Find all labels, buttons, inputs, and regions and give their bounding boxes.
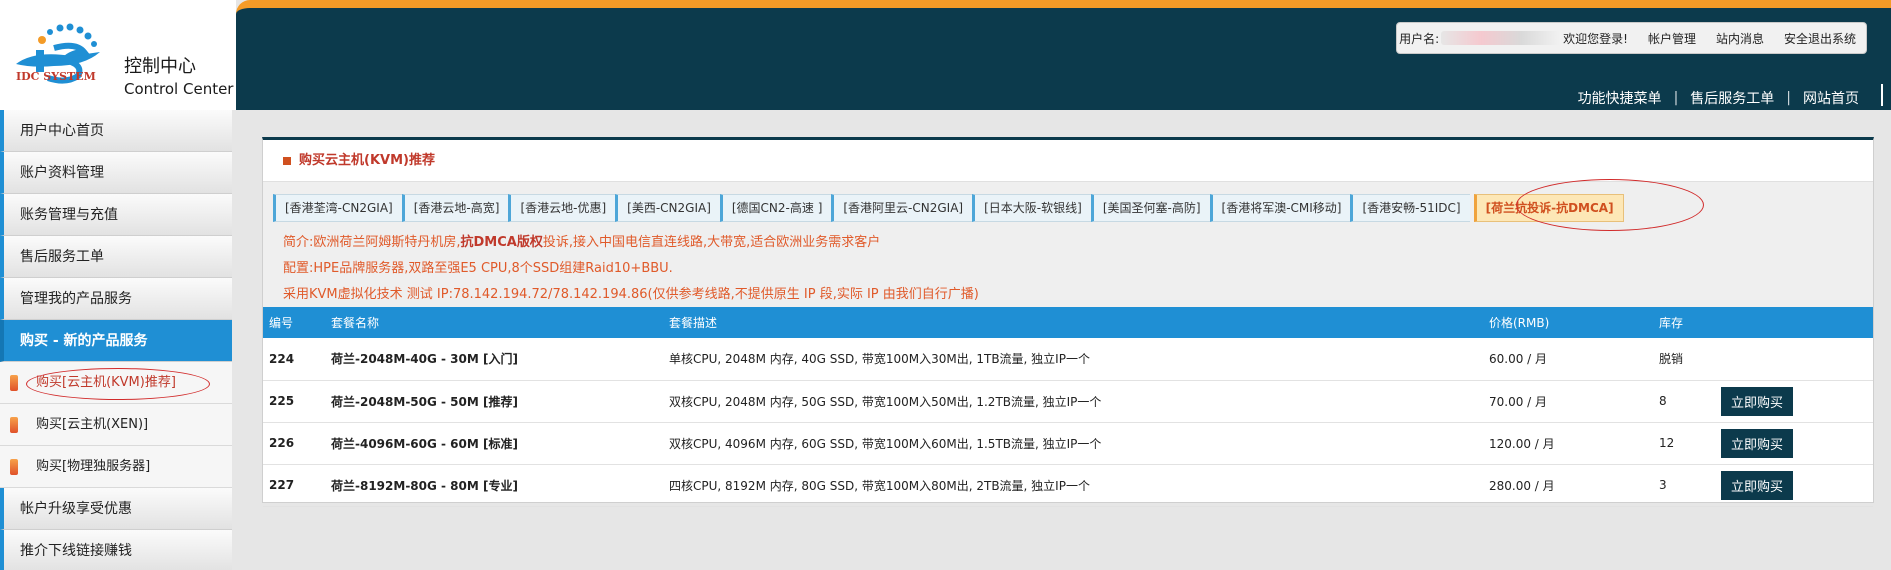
table-row: 227 荷兰-8192M-80G - 80M [专业] 四核CPU, 8192M… <box>263 464 1873 506</box>
sidebar-item-tickets[interactable]: 售后服务工单 <box>0 236 232 278</box>
username-prefix: 用户名: <box>1399 31 1440 46</box>
table-row: 225 荷兰-2048M-50G - 50M [推荐] 双核CPU, 2048M… <box>263 380 1873 422</box>
logout-link[interactable]: 安全退出系统 <box>1784 30 1856 47</box>
panel-title: 购买云主机(KVM)推荐 <box>263 140 1873 182</box>
nav-home[interactable]: 网站首页 <box>1803 88 1859 108</box>
table-row: 226 荷兰-4096M-60G - 60M [标准] 双核CPU, 4096M… <box>263 422 1873 464</box>
logo: 控制中心 Control Center IDC SYSTEM <box>0 0 236 110</box>
brand-title-en: Control Center <box>124 80 234 98</box>
brand-logo-text: IDC SYSTEM <box>16 70 96 83</box>
idc-logo-icon <box>16 23 100 84</box>
sidebar-item-my-products[interactable]: 管理我的产品服务 <box>0 278 232 320</box>
user-bar: 用户名: 欢迎您登录! 帐户管理 站内消息 安全退出系统 <box>1396 22 1867 54</box>
bullet-icon <box>10 459 18 475</box>
desc-line-3: 采用KVM虚拟化技术 测试 IP:78.142.194.72/78.142.19… <box>283 287 979 302</box>
username-redacted <box>1441 31 1562 45</box>
tab-germany[interactable]: [德国CN2-高速 ] <box>719 194 832 222</box>
buy-now-button[interactable]: 立即购买 <box>1721 470 1794 500</box>
sidebar-item-billing[interactable]: 账务管理与充值 <box>0 194 232 236</box>
top-nav: 功能快捷菜单 | 售后服务工单 | 网站首页 <box>1578 84 1883 108</box>
brand-title-cn: 控制中心 <box>124 56 196 77</box>
sidebar-item-profile[interactable]: 账户资料管理 <box>0 152 232 194</box>
tab-us-sanjose[interactable]: [美国圣何塞-高防] <box>1090 194 1210 222</box>
sidebar-item-referral[interactable]: 推介下线链接赚钱 <box>0 530 232 570</box>
nav-shortcut-menu[interactable]: 功能快捷菜单 <box>1578 88 1662 108</box>
bullet-icon <box>10 417 18 433</box>
sidebar-item-buy[interactable]: 购买 - 新的产品服务 <box>0 320 232 362</box>
col-name: 套餐名称 <box>331 316 380 330</box>
sidebar-item-upgrade[interactable]: 帐户升级享受优惠 <box>0 488 232 530</box>
site-messages-link[interactable]: 站内消息 <box>1716 30 1764 47</box>
tab-hk-aliyun[interactable]: [香港阿里云-CN2GIA] <box>831 194 973 222</box>
table-row: 224 荷兰-2048M-40G - 30M [入门] 单核CPU, 2048M… <box>263 338 1873 380</box>
sidebar-sub-dedicated[interactable]: 购买[物理独服务器] <box>0 446 232 488</box>
col-desc: 套餐描述 <box>669 316 718 330</box>
buy-now-button[interactable]: 立即购买 <box>1721 428 1794 458</box>
region-tabs: [香港荃湾-CN2GIA] [香港云地-高宽] [香港云地-优惠] [美西-CN… <box>273 194 1624 222</box>
account-manage-link[interactable]: 帐户管理 <box>1648 30 1696 47</box>
tab-hk-tsuenwan[interactable]: [香港荃湾-CN2GIA] <box>273 194 402 222</box>
sidebar-sub-label: 购买[云主机(XEN)] <box>36 417 149 432</box>
plans-table: 编号 套餐名称 套餐描述 价格(RMB) 库存 224 荷兰-2048M-40G… <box>263 307 1873 507</box>
tab-hk-yundi-discount[interactable]: [香港云地-优惠] <box>508 194 616 222</box>
tab-hk-tko[interactable]: [香港将军澳-CMI移动] <box>1209 194 1351 222</box>
tab-hk-anchang[interactable]: [香港安畅-51IDC] <box>1350 194 1470 222</box>
desc-line-2: 配置:HPE品牌服务器,双路至强E5 CPU,8个SSD组建Raid10+BBU… <box>283 261 673 276</box>
desc-line-1: 简介:欧洲荷兰阿姆斯特丹机房,抗DMCA版权投诉,接入中国电信直连线路,大带宽,… <box>283 235 881 250</box>
header-divider <box>1881 84 1883 106</box>
sidebar-sub-xen[interactable]: 购买[云主机(XEN)] <box>0 404 232 446</box>
welcome-text: 欢迎您登录! <box>1563 31 1628 46</box>
buy-now-button[interactable]: 立即购买 <box>1721 386 1794 416</box>
col-stock: 库存 <box>1659 316 1684 330</box>
top-header: 用户名: 欢迎您登录! 帐户管理 站内消息 安全退出系统 功能快捷菜单 | 售后… <box>236 0 1891 110</box>
highlight-circle <box>1516 179 1704 231</box>
sidebar-sub-kvm[interactable]: 购买[云主机(KVM)推荐] <box>0 362 232 404</box>
tab-hk-yundi-bandwidth[interactable]: [香港云地-高宽] <box>401 194 509 222</box>
tab-japan-osaka[interactable]: [日本大阪-软银线] <box>972 194 1091 222</box>
bullet-icon <box>10 375 18 391</box>
product-description: 简介:欧洲荷兰阿姆斯特丹机房,抗DMCA版权投诉,接入中国电信直连线路,大带宽,… <box>283 230 979 308</box>
sidebar-sub-label: 购买[物理独服务器] <box>36 459 151 474</box>
table-header: 编号 套餐名称 套餐描述 价格(RMB) 库存 <box>263 307 1873 338</box>
col-action <box>1715 307 1873 338</box>
sidebar: 用户中心首页 账户资料管理 账务管理与充值 售后服务工单 管理我的产品服务 购买… <box>0 110 232 570</box>
sidebar-item-home[interactable]: 用户中心首页 <box>0 110 232 152</box>
col-price: 价格(RMB) <box>1489 316 1550 330</box>
col-id: 编号 <box>269 316 294 330</box>
product-panel: 购买云主机(KVM)推荐 [香港荃湾-CN2GIA] [香港云地-高宽] [香港… <box>262 137 1874 506</box>
region-area: [香港荃湾-CN2GIA] [香港云地-高宽] [香港云地-优惠] [美西-CN… <box>263 179 1873 308</box>
highlight-circle <box>26 368 210 400</box>
title-square-icon <box>283 157 291 165</box>
nav-service-ticket[interactable]: 售后服务工单 <box>1690 88 1774 108</box>
tab-us-west[interactable]: [美西-CN2GIA] <box>615 194 720 222</box>
